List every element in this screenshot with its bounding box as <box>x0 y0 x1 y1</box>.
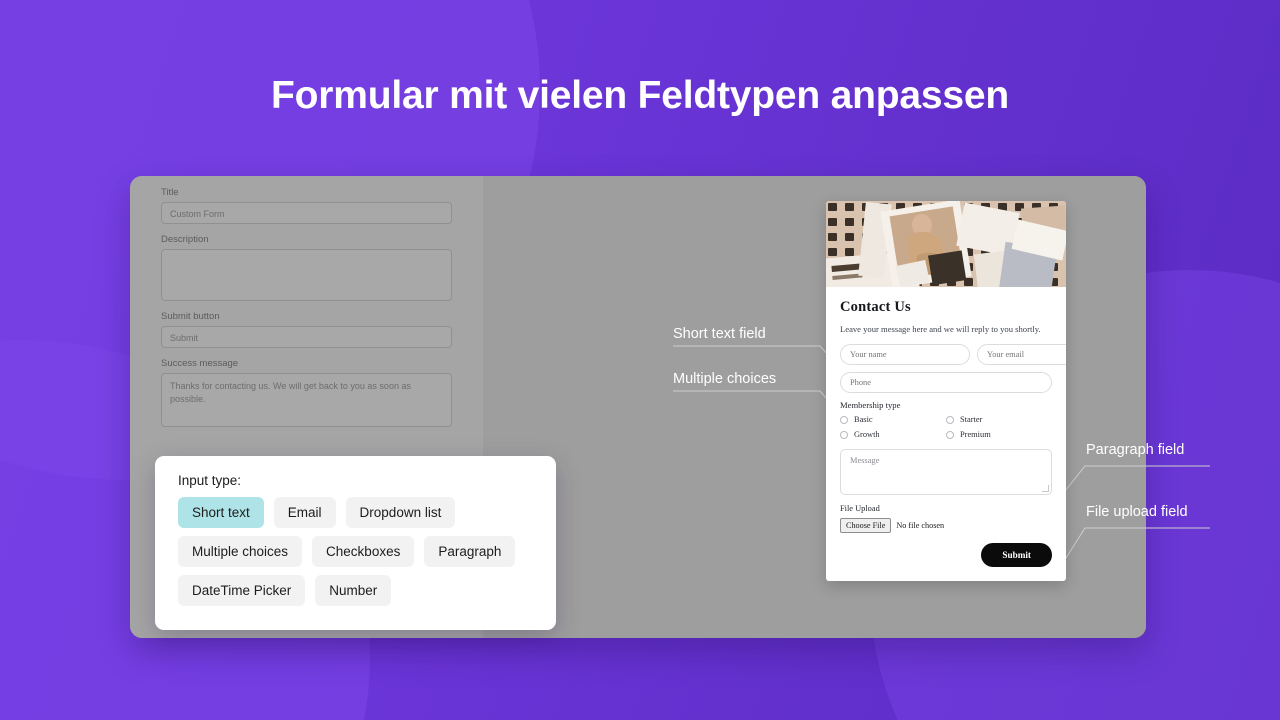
submit-button-field-label: Submit button <box>161 311 220 322</box>
file-upload-label: File Upload <box>840 504 880 514</box>
phone-row <box>840 372 1052 394</box>
input-type-chip-paragraph[interactable]: Paragraph <box>424 536 516 567</box>
radio-option-premium[interactable]: Premium <box>946 430 1052 439</box>
choose-file-button[interactable]: Choose File <box>840 518 892 534</box>
radio-icon <box>840 430 848 439</box>
file-upload-row: Choose File No file chosen <box>840 518 1052 534</box>
input-type-popup: Input type: Short text Email Dropdown li… <box>155 456 556 630</box>
submit-button[interactable]: Submit <box>981 543 1052 568</box>
name-input[interactable] <box>840 344 970 366</box>
membership-type-label: Membership type <box>840 400 901 411</box>
radio-label: Premium <box>960 430 991 440</box>
input-type-row-2: Multiple choices Checkboxes Paragraph <box>169 536 542 567</box>
radio-label: Growth <box>854 430 880 440</box>
input-type-title: Input type: <box>178 473 242 488</box>
success-message-field-label: Success message <box>161 358 239 369</box>
description-field-label: Description <box>161 234 209 245</box>
radio-option-starter[interactable]: Starter <box>946 415 1052 424</box>
success-message-field-input[interactable]: Thanks for contacting us. We will get ba… <box>161 373 452 427</box>
form-preview-area: Short text field Multiple choices Paragr… <box>483 176 1210 638</box>
title-field-input[interactable]: Custom Form <box>161 202 452 224</box>
page-title: Formular mit vielen Feldtypen anpassen <box>271 74 1009 117</box>
title-field-label: Title <box>161 187 179 198</box>
membership-type-radio-group: Basic Starter Growth Premium <box>840 415 1052 439</box>
annotation-multiple-choices: Multiple choices <box>673 371 777 387</box>
radio-label: Starter <box>960 415 983 425</box>
radio-label: Basic <box>854 415 873 425</box>
form-hero-image <box>826 201 1066 287</box>
annotation-file-upload-field: File upload field <box>1086 504 1188 520</box>
description-field-input[interactable] <box>161 249 452 301</box>
name-email-row <box>840 344 1066 366</box>
input-type-chip-number[interactable]: Number <box>315 575 392 606</box>
input-type-chip-checkboxes[interactable]: Checkboxes <box>312 536 415 567</box>
email-input[interactable] <box>977 344 1066 366</box>
message-textarea[interactable]: Message <box>840 449 1052 496</box>
input-type-row-1: Short text Email Dropdown list <box>169 497 542 528</box>
input-type-chip-short-text[interactable]: Short text <box>178 497 264 528</box>
input-type-chip-email[interactable]: Email <box>273 497 336 528</box>
contact-form-heading: Contact Us <box>840 299 911 315</box>
photo-collage-illustration <box>826 201 1066 287</box>
contact-form-subheading: Leave your message here and we will repl… <box>840 324 1041 334</box>
submit-row: Submit <box>840 543 1052 568</box>
input-type-chip-dropdown-list[interactable]: Dropdown list <box>345 497 456 528</box>
annotation-paragraph-field: Paragraph field <box>1086 442 1185 458</box>
phone-input[interactable] <box>840 372 1052 394</box>
input-type-chip-multiple-choices[interactable]: Multiple choices <box>178 536 303 567</box>
radio-icon <box>840 415 848 424</box>
annotation-short-text-field: Short text field <box>673 326 766 342</box>
radio-option-growth[interactable]: Growth <box>840 430 946 439</box>
radio-icon <box>946 415 954 424</box>
radio-option-basic[interactable]: Basic <box>840 415 946 424</box>
contact-form-card: Contact Us Leave your message here and w… <box>826 201 1066 582</box>
radio-icon <box>946 430 954 439</box>
input-type-chip-datetime-picker[interactable]: DateTime Picker <box>178 575 306 606</box>
submit-button-field-input[interactable]: Submit <box>161 326 452 348</box>
input-type-row-3: DateTime Picker Number <box>169 575 542 606</box>
no-file-chosen-text: No file chosen <box>896 521 945 531</box>
